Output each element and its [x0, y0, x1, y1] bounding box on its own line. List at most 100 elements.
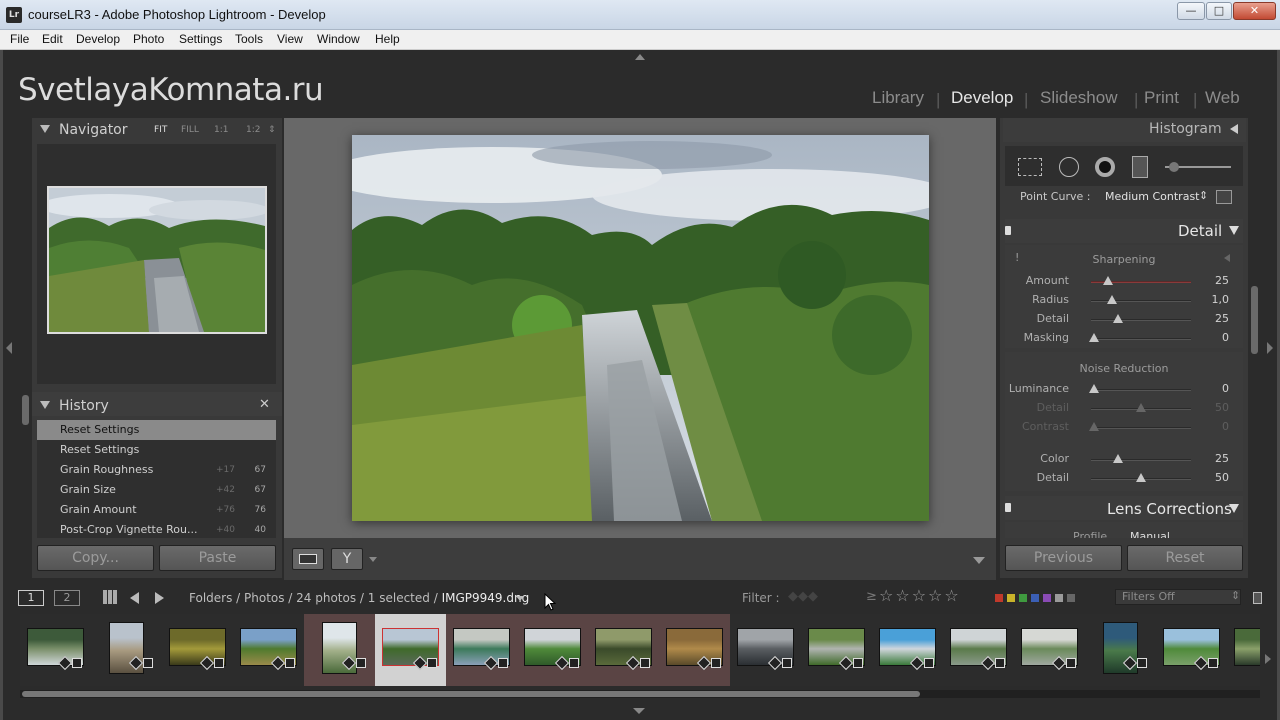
slider-value[interactable]: 25	[1195, 312, 1229, 325]
slider-value[interactable]: 0	[1195, 382, 1229, 395]
filmstrip-thumbnail[interactable]	[943, 614, 1014, 686]
filmstrip-thumbnail[interactable]	[872, 614, 943, 686]
slider-detail[interactable]: Detail 50	[1005, 469, 1243, 488]
slider-knob-icon[interactable]	[1136, 473, 1146, 482]
history-item[interactable]: Reset Settings	[37, 420, 276, 440]
slider-track[interactable]	[1091, 459, 1191, 461]
color-label-chip[interactable]	[1055, 594, 1063, 602]
star-rating-filter-icon[interactable]: ☆☆☆☆☆	[879, 586, 961, 605]
filmstrip-thumbnail[interactable]	[375, 614, 446, 686]
filmstrip-thumbnail[interactable]	[446, 614, 517, 686]
expand-triangle-icon[interactable]	[1230, 124, 1238, 134]
module-print[interactable]: Print	[1144, 88, 1179, 108]
filmstrip-thumbnail[interactable]	[162, 614, 233, 686]
slider-knob-icon[interactable]	[1089, 422, 1099, 431]
slider-value[interactable]: 50	[1195, 471, 1229, 484]
slider-knob-icon[interactable]	[1103, 276, 1113, 285]
point-curve-dropdown-icon[interactable]: ⇕	[1199, 189, 1208, 202]
bottom-panel-toggle-icon[interactable]	[633, 708, 645, 714]
slider-amount[interactable]: Amount 25	[1005, 272, 1243, 291]
history-item[interactable]: Post-Crop Vignette Rou... +40 40	[37, 520, 276, 540]
right-panel-toggle-icon[interactable]	[1267, 342, 1273, 354]
second-window-button[interactable]: 2	[54, 590, 80, 606]
module-web[interactable]: Web	[1205, 88, 1240, 108]
slider-color[interactable]: Color 25	[1005, 450, 1243, 469]
slider-value[interactable]: 0	[1195, 420, 1229, 433]
filmstrip-thumbnail[interactable]	[1014, 614, 1085, 686]
grid-view-icon[interactable]	[103, 590, 117, 604]
main-window-button[interactable]: 1	[18, 590, 44, 606]
slider-value[interactable]: 25	[1195, 452, 1229, 465]
reset-button[interactable]: Reset	[1127, 545, 1243, 571]
slider-track[interactable]	[1091, 319, 1191, 321]
filmstrip-thumbnail[interactable]	[659, 614, 730, 686]
minimize-button[interactable]: —	[1177, 2, 1205, 20]
slider-track[interactable]	[1091, 427, 1191, 429]
filmstrip-thumbnail[interactable]	[304, 614, 375, 686]
filmstrip-thumbnail[interactable]	[1156, 614, 1227, 686]
slider-knob-icon[interactable]	[1089, 333, 1099, 342]
before-after-dropdown-icon[interactable]	[369, 557, 377, 562]
slider-radius[interactable]: Radius 1,0	[1005, 291, 1243, 310]
point-curve-edit-icon[interactable]	[1216, 190, 1232, 204]
filter-select-arrow-icon[interactable]: ⇕	[1231, 589, 1240, 602]
back-arrow-icon[interactable]	[130, 592, 139, 604]
slider-value[interactable]: 0	[1195, 331, 1229, 344]
slider-knob-icon[interactable]	[1089, 384, 1099, 393]
navigator-preview-image[interactable]	[47, 186, 267, 334]
slider-value[interactable]: 25	[1195, 274, 1229, 287]
flag-filter-icons[interactable]: ◆◆◆	[788, 589, 818, 604]
slider-contrast[interactable]: Contrast 0	[1005, 418, 1243, 437]
zoom-fill[interactable]: FILL	[181, 125, 199, 135]
zoom-1-2[interactable]: 1:2	[246, 125, 260, 135]
module-library[interactable]: Library	[872, 88, 924, 108]
slider-masking[interactable]: Masking 0	[1005, 329, 1243, 348]
slider-knob-icon[interactable]	[1107, 295, 1117, 304]
color-label-chip[interactable]	[1007, 594, 1015, 602]
slider-track[interactable]	[1091, 389, 1191, 391]
slider-knob-icon[interactable]	[1113, 314, 1123, 323]
menu-tools[interactable]: Tools	[235, 32, 263, 46]
spot-removal-icon[interactable]	[1059, 157, 1079, 177]
slider-detail[interactable]: Detail 50	[1005, 399, 1243, 418]
slider-knob-icon[interactable]	[1136, 403, 1146, 412]
filters-off-select[interactable]: Filters Off	[1115, 589, 1241, 605]
zoom-1-1[interactable]: 1:1	[214, 125, 228, 135]
filmstrip-thumbnail[interactable]	[517, 614, 588, 686]
paste-settings-button[interactable]: Paste	[159, 545, 276, 571]
clear-history-icon[interactable]: ✕	[259, 397, 270, 412]
filmstrip-thumbnail[interactable]	[20, 614, 91, 686]
history-item[interactable]: Grain Amount +76 76	[37, 500, 276, 520]
zoom-menu-arrow-icon[interactable]: ⇕	[268, 125, 276, 135]
lens-profile-tab[interactable]: Profile	[1073, 530, 1107, 538]
filmstrip-thumbnail[interactable]	[1085, 614, 1156, 686]
source-dropdown-icon[interactable]	[516, 596, 524, 601]
rating-operator[interactable]: ≥	[866, 589, 877, 604]
right-panel-scrollbar[interactable]	[1251, 286, 1258, 354]
menu-file[interactable]: File	[10, 32, 29, 46]
filmstrip-thumbnail[interactable]	[233, 614, 304, 686]
slider-track[interactable]	[1091, 300, 1191, 302]
panel-switch-icon[interactable]	[1005, 503, 1011, 512]
history-item[interactable]: Grain Roughness +17 67	[37, 460, 276, 480]
collapse-triangle-icon[interactable]	[40, 401, 50, 409]
filmstrip-thumbnail[interactable]	[1227, 614, 1260, 686]
collapse-triangle-icon[interactable]	[1229, 504, 1239, 513]
copy-settings-button[interactable]: Copy...	[37, 545, 154, 571]
menu-develop[interactable]: Develop	[76, 32, 120, 46]
panel-switch-icon[interactable]	[1005, 226, 1011, 235]
toolbar-options-icon[interactable]	[973, 557, 985, 564]
forward-arrow-icon[interactable]	[155, 592, 164, 604]
collapse-triangle-icon[interactable]	[40, 125, 50, 133]
red-eye-icon[interactable]	[1095, 157, 1115, 177]
maximize-button[interactable]: □	[1206, 2, 1232, 20]
slider-detail[interactable]: Detail 25	[1005, 310, 1243, 329]
menu-view[interactable]: View	[277, 32, 303, 46]
color-label-filter[interactable]	[995, 594, 1095, 602]
filmstrip-scroll-thumb[interactable]	[22, 691, 920, 697]
collapse-triangle-icon[interactable]	[1229, 226, 1239, 235]
color-label-chip[interactable]	[1043, 594, 1051, 602]
lens-manual-tab[interactable]: Manual	[1130, 530, 1170, 538]
module-develop[interactable]: Develop	[951, 88, 1013, 108]
filter-lock-icon[interactable]	[1253, 592, 1262, 604]
